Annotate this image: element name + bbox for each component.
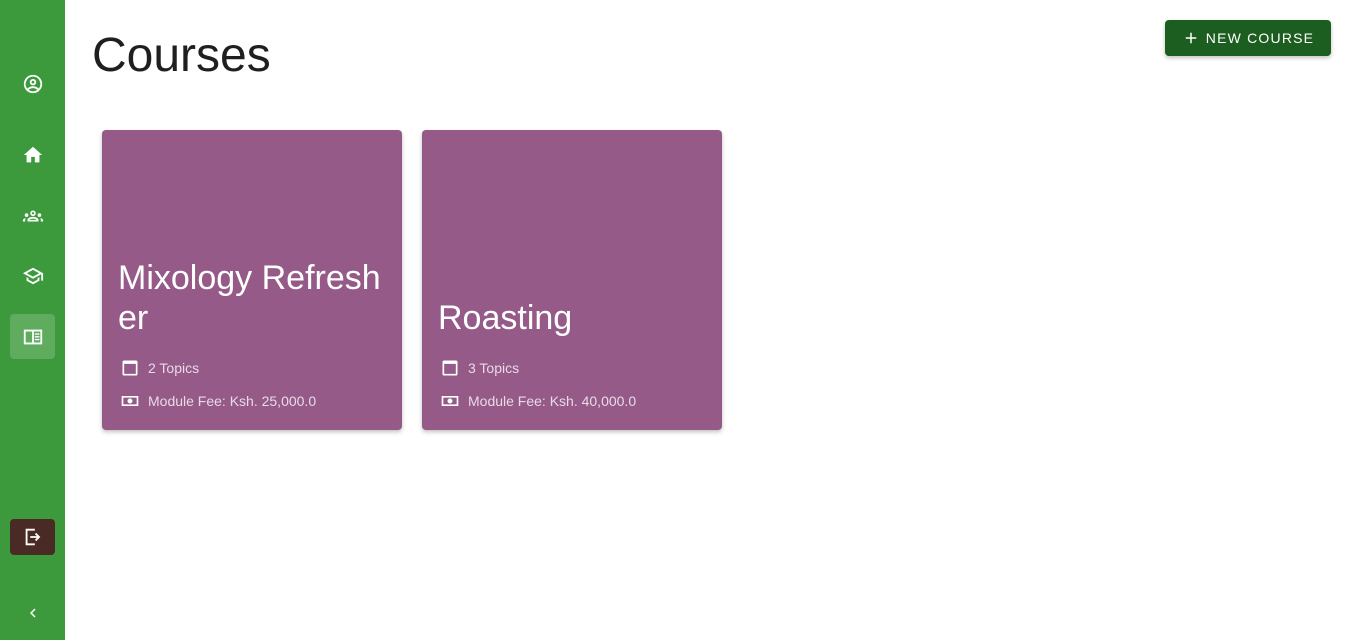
logout-icon: [25, 528, 40, 546]
course-topics-count: 3 Topics: [468, 360, 520, 376]
course-fee: Module Fee: Ksh. 40,000.0: [440, 391, 636, 411]
money-icon: [441, 396, 459, 406]
sidebar: [0, 0, 65, 640]
new-course-button[interactable]: New Course: [1165, 20, 1331, 56]
chevron-left-icon: [29, 608, 36, 618]
collapse-sidebar-button[interactable]: [10, 595, 55, 631]
topics-icon: [122, 360, 138, 376]
plus-icon: [1185, 32, 1197, 44]
account-circle-icon: [23, 74, 42, 93]
sidebar-item-school[interactable]: [10, 253, 55, 298]
course-title: Roasting: [438, 299, 573, 337]
page-title: Courses: [92, 29, 271, 82]
course-topics: 3 Topics: [440, 358, 519, 378]
course-topics-count: 2 Topics: [148, 360, 200, 376]
sidebar-item-profile[interactable]: [10, 61, 55, 106]
course-fee-value: Module Fee: Ksh. 40,000.0: [468, 393, 637, 409]
course-card[interactable]: Mixology Refresher 2 Topics Module Fee: …: [102, 130, 402, 430]
course-fee: Module Fee: Ksh. 25,000.0: [120, 391, 316, 411]
course-card[interactable]: Roasting 3 Topics Module Fee: Ksh. 40,00…: [422, 130, 722, 430]
sidebar-item-groups[interactable]: [10, 193, 55, 238]
sidebar-item-courses[interactable]: [10, 314, 55, 359]
courses-icon: [23, 329, 42, 344]
topics-icon: [442, 360, 458, 376]
new-course-label: New Course: [1205, 30, 1315, 46]
groups-icon: [22, 210, 43, 221]
course-topics: 2 Topics: [120, 358, 199, 378]
home-icon: [23, 146, 42, 162]
school-icon: [22, 267, 43, 284]
course-fee-value: Module Fee: Ksh. 25,000.0: [148, 393, 317, 409]
course-title: Mixology Refresher: [118, 259, 381, 337]
sidebar-item-home[interactable]: [10, 132, 55, 177]
money-icon: [121, 396, 139, 406]
logout-button[interactable]: [10, 519, 55, 555]
